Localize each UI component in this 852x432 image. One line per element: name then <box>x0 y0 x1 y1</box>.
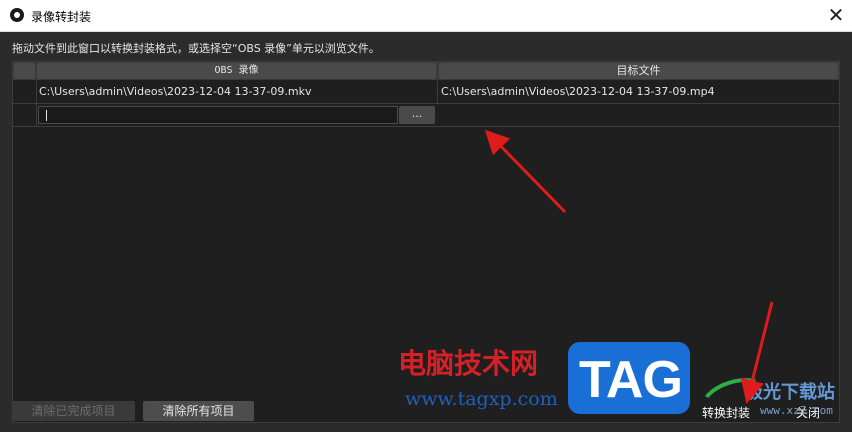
instruction-text: 拖动文件到此窗口以转换封装格式，或选择空“OBS 录像”单元以浏览文件。 <box>12 42 380 55</box>
watermark-site-url: www.tagxp.com <box>405 388 558 410</box>
watermark2-site-name: 极光下载站 <box>745 382 835 403</box>
table-header: OBS 录像 目标文件 <box>13 62 839 80</box>
obs-recording-cell[interactable]: C:\Users\admin\Videos\2023-12-04 13-37-0… <box>37 81 438 103</box>
row-status-cell <box>13 104 37 126</box>
clear-finished-button[interactable]: 清除已完成项目 <box>12 401 135 421</box>
title-bar: 录像转封装 ✕ <box>0 0 852 32</box>
clear-all-button[interactable]: 清除所有项目 <box>143 401 254 421</box>
window-title: 录像转封装 <box>31 10 92 24</box>
target-file-cell[interactable]: C:\Users\admin\Videos\2023-12-04 13-37-0… <box>439 81 839 103</box>
browse-button[interactable]: ... <box>399 106 435 124</box>
watermark-site-name: 电脑技术网 <box>398 347 539 380</box>
obs-logo-icon <box>10 8 24 22</box>
column-header-target-file[interactable]: 目标文件 <box>439 63 838 79</box>
close-window-button[interactable]: ✕ <box>822 2 850 28</box>
tag-logo-text: TAG <box>579 351 683 409</box>
table-row[interactable]: C:\Users\admin\Videos\2023-12-04 13-37-0… <box>13 81 839 104</box>
target-file-cell[interactable] <box>439 104 839 126</box>
row-status-cell <box>13 81 37 103</box>
obs-recording-input[interactable] <box>38 106 398 124</box>
text-caret <box>46 110 47 121</box>
watermark2-site-url: www.xz7.com <box>760 404 833 417</box>
table-row-empty[interactable]: ... <box>13 104 839 127</box>
column-header-obs-recording[interactable]: OBS 录像 <box>37 63 436 79</box>
header-corner <box>14 63 35 79</box>
